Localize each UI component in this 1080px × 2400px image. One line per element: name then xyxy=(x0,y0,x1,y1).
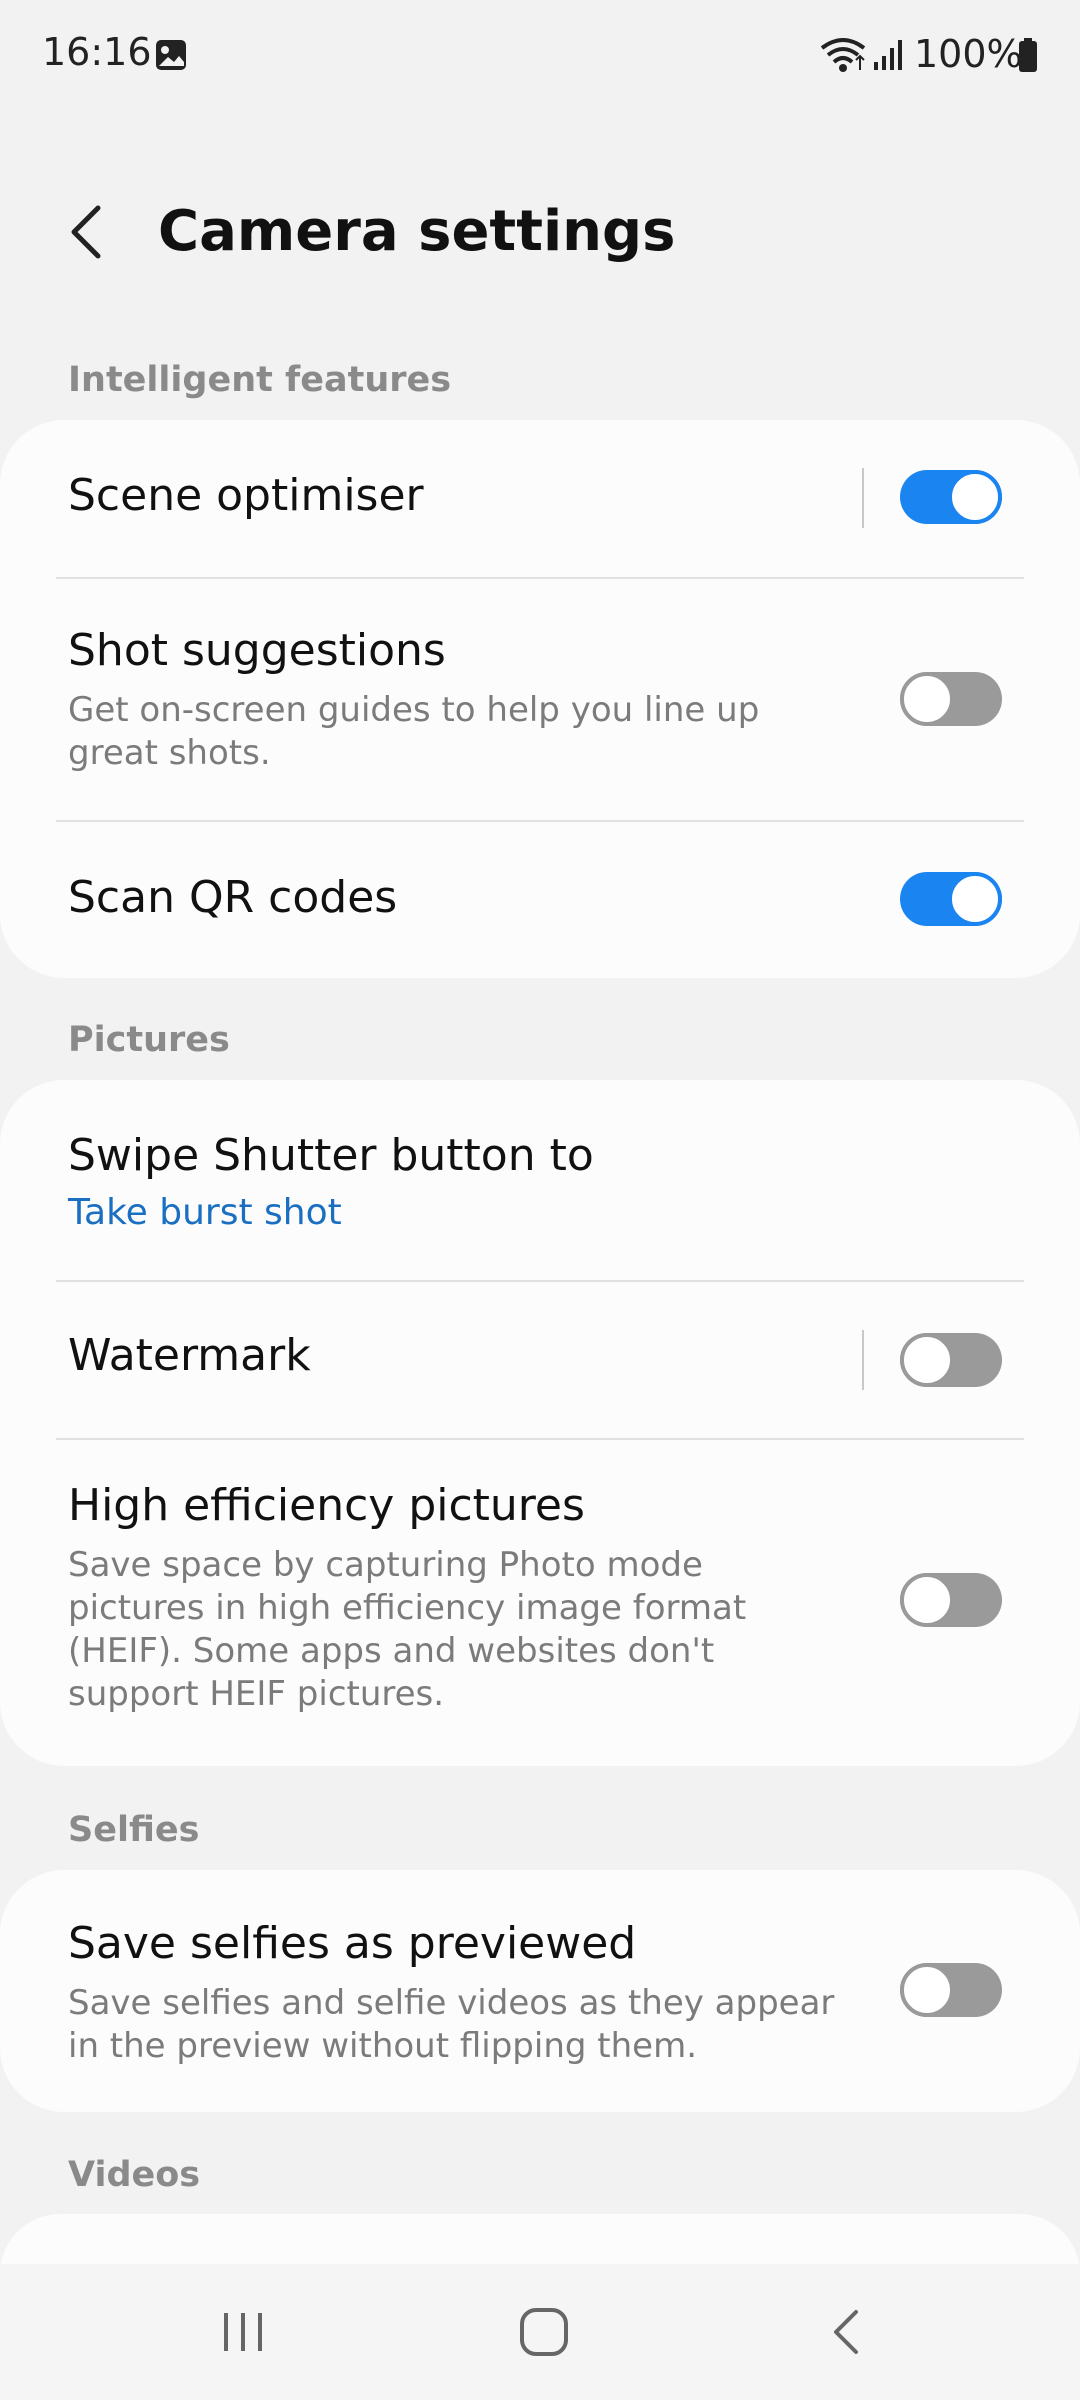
shot-suggestions-title: Shot suggestions xyxy=(68,625,446,676)
high-efficiency-title: High efficiency pictures xyxy=(68,1480,585,1531)
high-efficiency-subtitle: Save space by capturing Photo mode pictu… xyxy=(68,1545,747,1714)
home-icon xyxy=(520,2308,568,2356)
swipe-shutter-value: Take burst shot xyxy=(68,1192,342,1233)
high-efficiency-row[interactable]: High efficiency pictures Save space by c… xyxy=(0,1440,1080,1766)
section-label-selfies: Selfies xyxy=(68,1810,200,1850)
save-selfies-subtitle: Save selfies and selfie videos as they a… xyxy=(68,1983,835,2066)
toggle-knob xyxy=(900,672,954,726)
watermark-row[interactable]: Watermark xyxy=(0,1282,1080,1438)
scene-optimiser-toggle[interactable] xyxy=(900,470,1002,524)
toggle-knob xyxy=(900,1573,954,1627)
scan-qr-codes-toggle[interactable] xyxy=(900,872,1002,926)
section-label-pictures: Pictures xyxy=(68,1020,230,1060)
nav-back-button[interactable] xyxy=(786,2292,906,2372)
toggle-knob xyxy=(948,470,1002,524)
shot-suggestions-row[interactable]: Shot suggestions Get on-screen guides to… xyxy=(0,579,1080,821)
toggle-knob xyxy=(900,1963,954,2017)
save-selfies-toggle[interactable] xyxy=(900,1963,1002,2017)
signal-icon xyxy=(874,40,902,70)
scene-optimiser-title: Scene optimiser xyxy=(68,470,424,521)
status-bar: 16:16 100% xyxy=(0,0,1080,110)
section-label-videos: Videos xyxy=(68,2155,201,2195)
swipe-shutter-row[interactable]: Swipe Shutter button to Take burst shot xyxy=(0,1080,1080,1280)
toggle-knob xyxy=(948,872,1002,926)
watermark-toggle[interactable] xyxy=(900,1333,1002,1387)
page-title: Camera settings xyxy=(158,199,676,264)
back-icon xyxy=(834,2310,858,2354)
battery-icon xyxy=(1019,38,1037,72)
toggle-knob xyxy=(900,1333,954,1387)
high-efficiency-toggle[interactable] xyxy=(900,1573,1002,1627)
watermark-title: Watermark xyxy=(68,1330,311,1381)
scan-qr-codes-row[interactable]: Scan QR codes xyxy=(0,822,1080,978)
recents-icon xyxy=(224,2313,262,2351)
scene-optimiser-row[interactable]: Scene optimiser xyxy=(0,420,1080,578)
home-button[interactable] xyxy=(484,2292,604,2372)
back-button[interactable] xyxy=(46,192,126,272)
section-label-intelligent-features: Intelligent features xyxy=(68,360,452,400)
vertical-separator xyxy=(862,468,864,528)
intelligent-features-card: Scene optimiser Shot suggestions Get on-… xyxy=(0,420,1080,978)
back-arrow-icon xyxy=(71,205,101,259)
gallery-icon xyxy=(156,40,186,70)
scan-qr-codes-title: Scan QR codes xyxy=(68,872,398,923)
status-time: 16:16 xyxy=(42,30,152,74)
save-selfies-row[interactable]: Save selfies as previewed Save selfies a… xyxy=(0,1870,1080,2112)
recents-button[interactable] xyxy=(183,2292,303,2372)
vertical-separator xyxy=(862,1330,864,1390)
save-selfies-title: Save selfies as previewed xyxy=(68,1918,637,1969)
shot-suggestions-subtitle: Get on-screen guides to help you line up… xyxy=(68,690,760,773)
app-header: Camera settings xyxy=(0,170,1080,290)
navigation-bar xyxy=(0,2264,1080,2400)
swipe-shutter-title: Swipe Shutter button to xyxy=(68,1130,594,1181)
battery-percentage: 100% xyxy=(914,32,1023,76)
pictures-card: Swipe Shutter button to Take burst shot … xyxy=(0,1080,1080,1766)
wifi-icon xyxy=(820,38,866,72)
selfies-card: Save selfies as previewed Save selfies a… xyxy=(0,1870,1080,2112)
shot-suggestions-toggle[interactable] xyxy=(900,672,1002,726)
